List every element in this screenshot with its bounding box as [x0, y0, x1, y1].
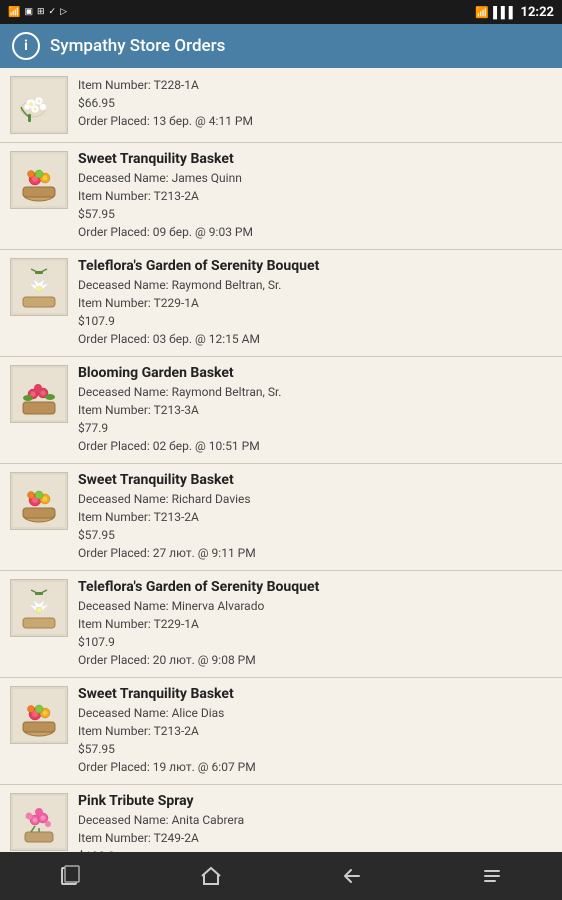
order-item[interactable]: Blooming Garden Basket Deceased Name: Ray… — [0, 357, 562, 464]
recents-button[interactable] — [40, 856, 100, 896]
order-thumbnail — [10, 472, 68, 530]
order-title: Sweet Tranquility Basket — [78, 686, 552, 702]
order-details: Sweet Tranquility Basket Deceased Name: J… — [78, 151, 552, 241]
order-meta: Deceased Name: Raymond Beltran, Sr.Item … — [78, 276, 552, 348]
status-bar: 📶 ▣ ⊞ ✓ ▷ 📶 ▌▌▌ 12:22 — [0, 0, 562, 24]
order-item[interactable]: Pink Tribute Spray Deceased Name: Anita C… — [0, 785, 562, 852]
order-meta: Deceased Name: Richard DaviesItem Number… — [78, 490, 552, 562]
order-title: Sweet Tranquility Basket — [78, 472, 552, 488]
order-title: Blooming Garden Basket — [78, 365, 552, 381]
order-thumbnail — [10, 579, 68, 637]
order-title: Sweet Tranquility Basket — [78, 151, 552, 167]
order-item[interactable]: Sweet Tranquility Basket Deceased Name: A… — [0, 678, 562, 785]
app-title: Sympathy Store Orders — [50, 36, 225, 56]
order-thumbnail — [10, 151, 68, 209]
order-details: Sweet Tranquility Basket Deceased Name: A… — [78, 686, 552, 776]
check-icon: ✓ — [49, 7, 57, 17]
order-details: Teleflora's Garden of Serenity Bouquet De… — [78, 258, 552, 348]
phone-icon: 📶 — [8, 7, 20, 18]
order-details: Pink Tribute Spray Deceased Name: Anita C… — [78, 793, 552, 852]
orders-list[interactable]: Item Number: T228-1A$66.95Order Placed: … — [0, 68, 562, 852]
app-header: i Sympathy Store Orders — [0, 24, 562, 68]
bottom-nav — [0, 852, 562, 900]
order-details: Teleflora's Garden of Serenity Bouquet De… — [78, 579, 552, 669]
app-icon: i — [12, 32, 40, 60]
order-item[interactable]: Teleflora's Garden of Serenity Bouquet De… — [0, 571, 562, 678]
home-button[interactable] — [181, 856, 241, 896]
media-icon: ▷ — [60, 7, 67, 17]
order-thumbnail — [10, 686, 68, 744]
wifi-icon: 📶 — [475, 6, 489, 19]
grid-icon: ⊞ — [37, 7, 45, 17]
order-thumbnail — [10, 365, 68, 423]
order-meta: Deceased Name: Anita CabreraItem Number:… — [78, 811, 552, 852]
order-details: Sweet Tranquility Basket Deceased Name: R… — [78, 472, 552, 562]
order-meta: Deceased Name: Alice DiasItem Number: T2… — [78, 704, 552, 776]
order-thumbnail — [10, 76, 68, 134]
order-item[interactable]: Sweet Tranquility Basket Deceased Name: R… — [0, 464, 562, 571]
order-title: Teleflora's Garden of Serenity Bouquet — [78, 579, 552, 595]
order-item[interactable]: Item Number: T228-1A$66.95Order Placed: … — [0, 68, 562, 143]
screenshot-icon: ▣ — [24, 7, 33, 17]
order-meta: Deceased Name: Raymond Beltran, Sr.Item … — [78, 383, 552, 455]
back-button[interactable] — [321, 856, 381, 896]
status-bar-right: 📶 ▌▌▌ 12:22 — [475, 5, 554, 20]
order-meta: Item Number: T228-1A$66.95Order Placed: … — [78, 76, 552, 130]
order-meta: Deceased Name: James QuinnItem Number: T… — [78, 169, 552, 241]
order-thumbnail — [10, 258, 68, 316]
status-bar-left: 📶 ▣ ⊞ ✓ ▷ — [8, 7, 67, 18]
clock: 12:22 — [521, 5, 555, 20]
order-item[interactable]: Teleflora's Garden of Serenity Bouquet De… — [0, 250, 562, 357]
order-title: Pink Tribute Spray — [78, 793, 552, 809]
order-title: Teleflora's Garden of Serenity Bouquet — [78, 258, 552, 274]
order-details: Blooming Garden Basket Deceased Name: Ray… — [78, 365, 552, 455]
order-thumbnail — [10, 793, 68, 851]
order-meta: Deceased Name: Minerva AlvaradoItem Numb… — [78, 597, 552, 669]
menu-button[interactable] — [462, 856, 522, 896]
signal-bars: ▌▌▌ — [493, 6, 516, 19]
order-details: Item Number: T228-1A$66.95Order Placed: … — [78, 76, 552, 130]
order-item[interactable]: Sweet Tranquility Basket Deceased Name: J… — [0, 143, 562, 250]
